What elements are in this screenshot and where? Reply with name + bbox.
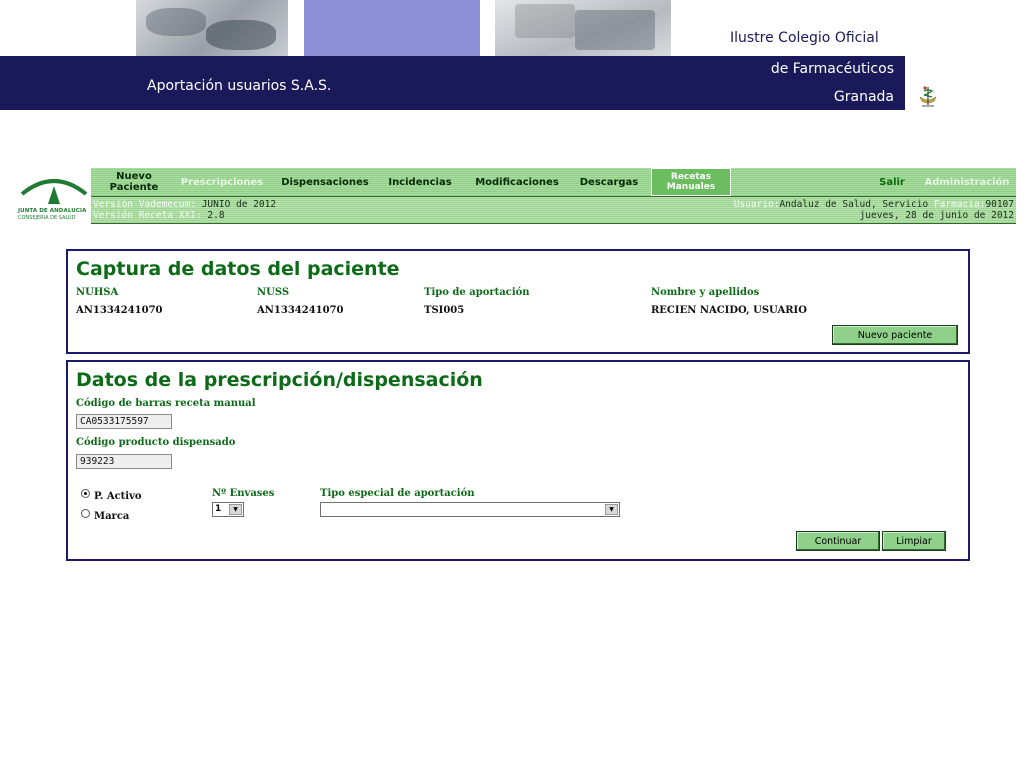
- nav-salir[interactable]: Salir: [867, 168, 917, 196]
- clear-button[interactable]: Limpiar: [882, 531, 946, 551]
- user-info: Usuario:Andaluz de Salud, Servicio Farma…: [734, 199, 1014, 210]
- farmacia-label: Farmacia:: [933, 199, 986, 210]
- chevron-down-icon[interactable]: ▼: [229, 504, 242, 515]
- current-date: jueves, 28 de junio de 2012: [859, 210, 1014, 221]
- header-color-block: [304, 0, 480, 56]
- product-code-field[interactable]: 939223: [76, 454, 172, 469]
- envases-label: Nº Envases: [212, 488, 275, 499]
- college-name-line1: Ilustre Colegio Oficial: [730, 30, 879, 46]
- college-name-line3: Granada: [833, 89, 894, 105]
- nav-nuevo-paciente[interactable]: Nuevo Paciente: [91, 168, 177, 196]
- radio-p-activo[interactable]: [81, 489, 90, 498]
- usuario-label: Usuario:: [733, 199, 780, 210]
- product-code-label: Código producto dispensado: [76, 437, 236, 448]
- radio-p-activo-label: P. Activo: [94, 491, 142, 502]
- prescription-panel: Datos de la prescripción/dispensación Có…: [66, 360, 970, 561]
- continue-button[interactable]: Continuar: [796, 531, 880, 551]
- radio-marca[interactable]: [81, 509, 90, 518]
- new-patient-button[interactable]: Nuevo paciente: [832, 325, 958, 345]
- nuss-label: NUSS: [257, 287, 290, 298]
- nav-modificaciones[interactable]: Modificaciones: [469, 168, 565, 196]
- info-bar: Versión Vademecum: JUNIO de 2012 Versión…: [91, 197, 1016, 224]
- receta-label: Versión Receta XXI:: [93, 210, 202, 221]
- pharmacy-logo-icon: [919, 86, 937, 107]
- nuss-value: AN1334241070: [257, 305, 344, 316]
- nav-prescripciones[interactable]: Prescripciones: [177, 168, 267, 196]
- barcode-field[interactable]: CA0533175597: [76, 414, 172, 429]
- vademecum-label: Versión Vademecum:: [93, 199, 196, 210]
- vademecum-value: JUNIO de 2012: [201, 199, 277, 210]
- tipo-aportacion-value: TSI005: [424, 305, 465, 316]
- tipo-especial-label: Tipo especial de aportación: [320, 488, 475, 499]
- receta-value: 2.8: [207, 210, 225, 221]
- nav-descargas[interactable]: Descargas: [573, 168, 645, 196]
- envases-value: 1: [215, 504, 222, 514]
- chevron-down-icon[interactable]: ▼: [605, 504, 618, 515]
- tipo-aportacion-label: Tipo de aportación: [424, 287, 530, 298]
- nombre-value: RECIEN NACIDO, USUARIO: [651, 305, 807, 316]
- nombre-label: Nombre y apellidos: [651, 287, 760, 298]
- nuhsa-value: AN1334241070: [76, 305, 163, 316]
- header-photo-right: [495, 0, 671, 56]
- junta-name: JUNTA DE ANDALUCIA: [18, 208, 87, 214]
- radio-marca-label: Marca: [94, 511, 130, 522]
- junta-department: CONSEJERIA DE SALUD: [18, 215, 76, 221]
- app-subtitle: Aportación usuarios S.A.S.: [147, 78, 332, 94]
- receta-info: Versión Receta XXI: 2.8: [93, 210, 225, 221]
- vademecum-info: Versión Vademecum: JUNIO de 2012: [93, 199, 276, 210]
- tipo-especial-select[interactable]: ▼: [320, 502, 620, 517]
- farmacia-value: 90107: [985, 199, 1014, 210]
- college-name-line2: de Farmacéuticos: [770, 61, 894, 77]
- header-photo-left: [136, 0, 288, 56]
- nav-administracion[interactable]: Administración: [919, 168, 1015, 196]
- patient-panel: Captura de datos del paciente NUHSA AN13…: [66, 249, 970, 354]
- nav-dispensaciones[interactable]: Dispensaciones: [275, 168, 375, 196]
- barcode-label: Código de barras receta manual: [76, 398, 256, 409]
- nav-recetas-manuales[interactable]: Recetas Manuales: [651, 168, 731, 196]
- envases-select[interactable]: 1 ▼: [212, 502, 244, 517]
- nuhsa-label: NUHSA: [76, 287, 119, 298]
- usuario-value: Andaluz de Salud, Servicio: [779, 199, 929, 210]
- main-nav: Nuevo Paciente Prescripciones Dispensaci…: [91, 168, 1016, 196]
- prescription-panel-title: Datos de la prescripción/dispensación: [76, 369, 483, 391]
- patient-panel-title: Captura de datos del paciente: [76, 258, 400, 280]
- nav-incidencias[interactable]: Incidencias: [381, 168, 459, 196]
